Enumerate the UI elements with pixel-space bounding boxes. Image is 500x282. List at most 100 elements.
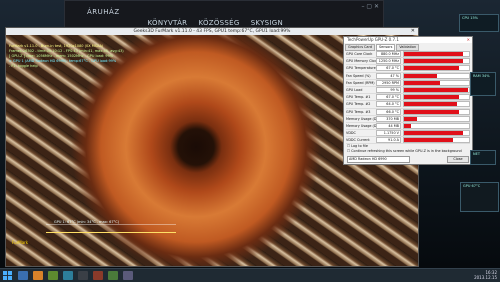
- nav-profile[interactable]: SKYSIGN: [251, 19, 283, 27]
- close-icon[interactable]: ✕: [467, 37, 470, 43]
- cpu-gadget[interactable]: CPU 15%: [459, 14, 499, 32]
- sensor-value: 880.0 MHz: [376, 51, 401, 58]
- sensor-graph-fill: [404, 59, 463, 64]
- gpuz-title-bar[interactable]: TechPowerUp GPU-Z 0.7.1 ✕: [344, 37, 472, 43]
- system-tray-clock[interactable]: 16:32 2013.12.15: [474, 270, 497, 280]
- tab-graphics-card[interactable]: Graphics Card: [345, 44, 375, 51]
- chrome-icon[interactable]: [48, 271, 58, 280]
- sensor-row: GPU Temperature 67.0 °C: [346, 65, 470, 73]
- sensor-name: GPU Memory Clock: [346, 59, 376, 64]
- network-gadget[interactable]: NET: [470, 150, 496, 165]
- sensor-row: GPU Core Clock 880.0 MHz: [346, 51, 470, 59]
- sensor-value: 2950 RPM: [376, 79, 401, 86]
- sensor-name: GPU Temp. #2: [346, 102, 371, 107]
- furmark-logo: FurMark: [12, 240, 29, 245]
- sensor-graph: [403, 115, 470, 122]
- sensor-name: Fan Speed (RPM): [346, 80, 375, 85]
- sensor-graph: [403, 130, 470, 137]
- sensor-graph-fill: [404, 109, 459, 114]
- taskbar: 16:32 2013.12.15: [0, 268, 500, 282]
- sensor-name: Memory Usage (Dedicated): [346, 116, 376, 121]
- sensor-row: Fan Speed (RPM) 2950 RPM: [346, 79, 470, 87]
- sensor-name: GPU Temp. #3: [346, 109, 371, 114]
- sensor-row: VDDC 1.1750 V: [346, 130, 470, 138]
- window-controls[interactable]: – ▢ ✕: [361, 3, 379, 10]
- temperature-line: [46, 232, 176, 233]
- sensor-value: 47 %: [376, 72, 401, 79]
- sensor-graph: [403, 94, 470, 101]
- gpuz-icon[interactable]: [108, 271, 118, 280]
- sensor-graph: [403, 72, 470, 79]
- sensor-name: GPU Temperature: [346, 66, 376, 71]
- gpuz-window[interactable]: TechPowerUp GPU-Z 0.7.1 ✕ Graphics Card …: [343, 36, 473, 165]
- sensor-value: 66.0 °C: [376, 108, 401, 115]
- sensor-graph-fill: [404, 80, 440, 85]
- sensor-value: 99 %: [376, 87, 401, 94]
- sensor-list: GPU Core Clock 880.0 MHz GPU Memory Clock 1…: [346, 51, 470, 145]
- sensor-value: 91.0 A: [376, 137, 401, 144]
- sensor-graph-fill: [404, 95, 460, 100]
- sensor-name: GPU Temp. #1: [346, 95, 371, 100]
- nav-community[interactable]: KÖZÖSSÉG: [198, 19, 239, 27]
- sensor-graph: [403, 122, 470, 129]
- sensor-row: Memory Usage (Dedicated)370 MB: [346, 115, 470, 123]
- furmark-title: Geeks3D FurMark v1.11.0 - 43 FPS, GPU1 t…: [133, 29, 291, 34]
- windows-logo-icon[interactable]: [3, 271, 12, 280]
- continue-refresh-checkbox[interactable]: ☐ Continue refreshing this screen while …: [347, 149, 462, 154]
- sensor-value: 64.0 °C: [376, 101, 401, 108]
- sensor-name: Memory Usage (Dynamic): [346, 123, 376, 128]
- sensor-graph-fill: [404, 102, 458, 107]
- gpuz-title: TechPowerUp GPU-Z 0.7.1: [347, 37, 399, 42]
- sensor-graph: [403, 101, 470, 108]
- sensor-graph-fill: [404, 73, 437, 78]
- skype-icon[interactable]: [63, 271, 73, 280]
- overlay-line: - F1: toggle help: [9, 64, 38, 68]
- sensor-graph: [403, 137, 470, 144]
- sensor-value: 44 MB: [376, 122, 401, 129]
- app-icon[interactable]: [123, 271, 133, 280]
- sensor-name: GPU Core Clock: [346, 52, 373, 57]
- sensor-name: VDDC: [346, 131, 356, 136]
- sensor-row: Fan Speed (%) 47 %: [346, 72, 470, 80]
- temperature-graph: [46, 224, 176, 253]
- sensor-value: 370 MB: [376, 115, 401, 122]
- sensor-row: GPU Load 99 %: [346, 87, 470, 95]
- sensor-row: GPU Memory Clock 1250.0 MHz: [346, 58, 470, 66]
- furmark-overlay: FurMark v1.11.0 - Burn-in test, 1920x108…: [9, 44, 124, 69]
- furmark-title-bar[interactable]: Geeks3D FurMark v1.11.0 - 43 FPS, GPU1 t…: [6, 28, 418, 35]
- tab-sensors[interactable]: Sensors: [375, 44, 396, 51]
- sensor-name: VDDC Current: [346, 138, 370, 143]
- sensor-graph-fill: [404, 131, 463, 136]
- gpu-gadget[interactable]: GPU 67°C: [460, 182, 499, 212]
- sensor-graph: [403, 87, 470, 94]
- sensor-graph-fill: [404, 138, 453, 143]
- steam-icon[interactable]: [78, 271, 88, 280]
- explorer-icon[interactable]: [18, 271, 28, 280]
- furmark-icon[interactable]: [93, 271, 103, 280]
- sensor-graph-fill: [404, 116, 417, 121]
- taskbar-apps: [18, 271, 133, 280]
- close-icon[interactable]: ✕: [411, 28, 415, 35]
- sensor-name: Fan Speed (%): [346, 73, 371, 78]
- graph-label: GPU 1: 67°C (min: 34°C - max: 67°C): [54, 220, 120, 224]
- sensor-graph-fill: [404, 66, 460, 71]
- sensor-value: 1250.0 MHz: [376, 58, 401, 65]
- sensor-graph: [403, 79, 470, 86]
- steam-window[interactable]: ÁRUHÁZ ÁRUHÁZ KÖNYVTÁR KÖZÖSSÉG SKYSIGN …: [64, 0, 384, 28]
- sensor-row: Memory Usage (Dynamic)44 MB: [346, 122, 470, 131]
- sensor-value: 1.1750 V: [376, 130, 401, 137]
- ram-gadget[interactable]: RAM 34%: [470, 72, 496, 96]
- firefox-icon[interactable]: [33, 271, 43, 280]
- nav-library[interactable]: KÖNYVTÁR: [148, 19, 188, 27]
- sensor-value: 67.0 °C: [376, 65, 401, 72]
- tab-validation[interactable]: Validation: [396, 44, 420, 51]
- sensor-value: 67.0 °C: [376, 94, 401, 101]
- sensor-row: GPU Temp. #1 67.0 °C: [346, 94, 470, 102]
- sensor-graph: [403, 51, 470, 58]
- gpu-select[interactable]: AMD Radeon HD 6990: [347, 156, 410, 163]
- close-button[interactable]: Close: [447, 156, 469, 163]
- sensor-row: GPU Temp. #3 66.0 °C: [346, 108, 470, 116]
- sensor-graph: [403, 108, 470, 115]
- sensor-graph-fill: [404, 52, 463, 57]
- gpuz-options: ☐ Log to file ☐ Continue refreshing this…: [347, 144, 462, 154]
